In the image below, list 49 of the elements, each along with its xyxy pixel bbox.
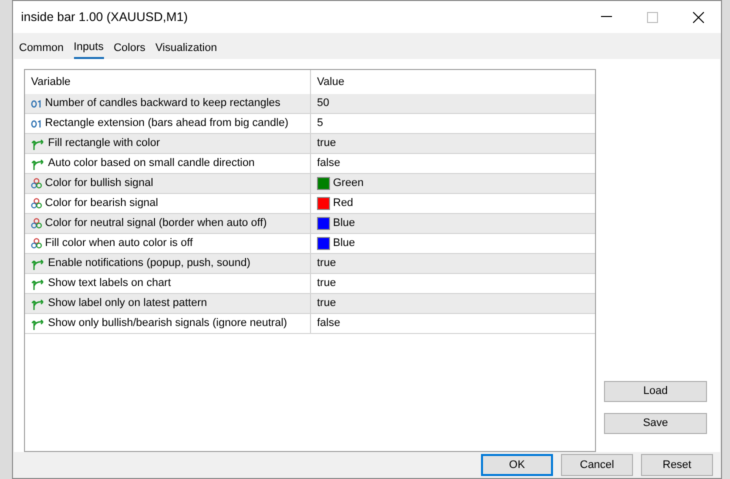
tab[interactable]: Common (19, 40, 64, 59)
variable-value[interactable]: Blue (333, 215, 356, 232)
column-header: Value (317, 74, 344, 90)
dialog-button[interactable]: OK (481, 454, 553, 476)
variable-value[interactable]: Red (333, 195, 354, 212)
variable-value[interactable]: false (317, 155, 340, 172)
variable-name: Fill color when auto color is off (45, 236, 193, 252)
branch-arrow-icon (31, 136, 45, 150)
variable-name: Color for neutral signal (border when auto off) (45, 216, 267, 232)
circles-icon (31, 198, 42, 209)
column-header: Variable (31, 74, 71, 90)
circles-icon (31, 238, 42, 249)
variable-name: Fill rectangle with color (48, 136, 160, 152)
dialog-button[interactable]: Cancel (561, 454, 633, 476)
number-icon (31, 100, 42, 108)
branch-arrow-icon (31, 256, 45, 270)
variable-value[interactable]: 50 (317, 95, 330, 112)
variable-name: Show only bullish/bearish signals (ignore neutral) (48, 316, 288, 332)
variable-name: Color for bullish signal (45, 176, 154, 192)
circles-icon (31, 178, 42, 189)
tab[interactable]: Visualization (155, 40, 217, 59)
variable-value[interactable]: true (317, 275, 336, 292)
minimize-icon[interactable] (600, 16, 612, 18)
variable-name: Enable notifications (popup, push, sound) (48, 256, 250, 272)
variable-name: Color for bearish signal (45, 196, 158, 212)
variable-name: Rectangle extension (bars ahead from big candle) (45, 116, 288, 132)
variable-value[interactable]: Green (333, 175, 364, 192)
tab[interactable]: Colors (114, 40, 146, 59)
side-button[interactable]: Save (604, 413, 707, 434)
close-icon[interactable] (692, 12, 704, 22)
window-title: inside bar 1.00 (XAUUSD,M1) (21, 8, 188, 26)
variable-value[interactable]: true (317, 135, 336, 152)
branch-arrow-icon (31, 156, 45, 170)
variable-value[interactable]: Blue (333, 235, 356, 252)
number-icon (31, 120, 42, 128)
branch-arrow-icon (31, 276, 45, 290)
circles-icon (31, 218, 42, 229)
branch-arrow-icon (31, 296, 45, 310)
branch-arrow-icon (31, 316, 45, 330)
variable-value[interactable]: true (317, 255, 336, 272)
variable-value[interactable]: true (317, 295, 336, 312)
variable-value[interactable]: 5 (317, 115, 324, 132)
variable-name: Number of candles backward to keep rectangles (45, 96, 280, 112)
variable-name: Show text labels on chart (48, 276, 171, 292)
dialog-button[interactable]: Reset (641, 454, 713, 476)
variable-name: Show label only on latest pattern (48, 296, 207, 312)
variable-value[interactable]: false (317, 315, 340, 332)
variable-name: Auto color based on small candle direction (48, 156, 255, 172)
side-button[interactable]: Load (604, 381, 707, 402)
